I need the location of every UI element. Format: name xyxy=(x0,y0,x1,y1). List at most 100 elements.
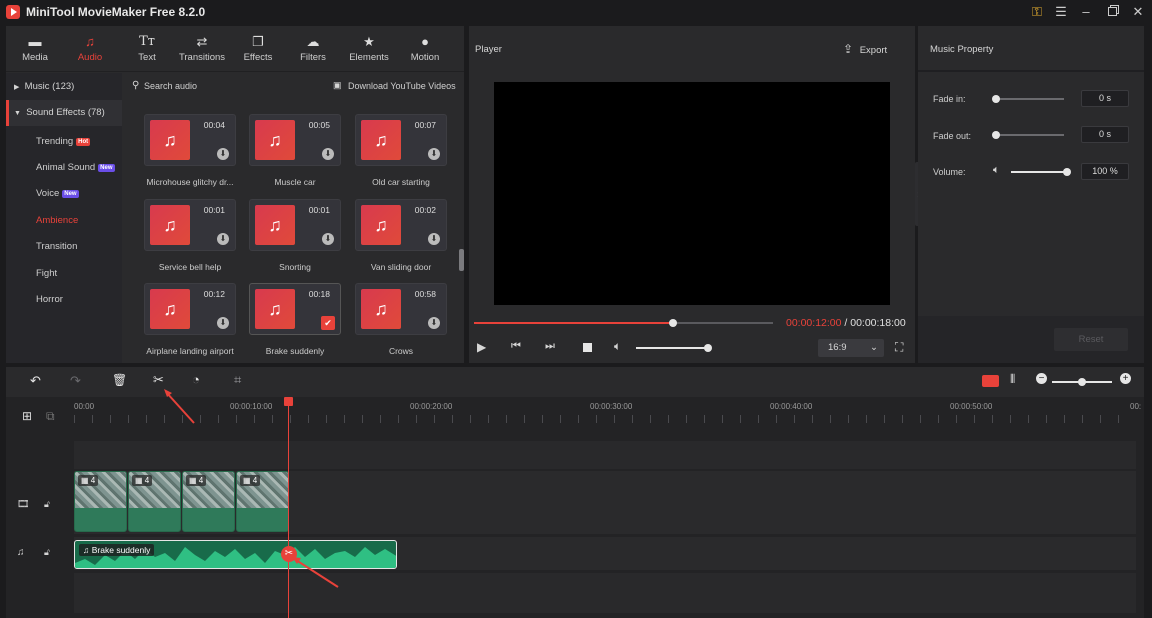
playhead-line[interactable] xyxy=(288,397,289,618)
maximize-button[interactable] xyxy=(1101,3,1123,21)
close-button[interactable]: ✕ xyxy=(1127,3,1149,21)
tab-elements[interactable]: ★ Elements xyxy=(341,32,397,68)
delete-icon[interactable]: 🗑︎ xyxy=(112,373,127,387)
player-panel: Player ⇪ Export 00:00:12:00 / 00:00:18:0… xyxy=(469,26,915,363)
volume-icon[interactable]: 🔈︎ xyxy=(614,339,621,354)
audio-card[interactable]: ♫ 00:58 ⬇ xyxy=(355,283,447,335)
export-label: Export xyxy=(859,45,888,56)
download-icon[interactable]: ⬇ xyxy=(428,148,440,160)
fade-in-slider[interactable] xyxy=(992,95,1064,103)
subcategory-horror[interactable]: Horror xyxy=(36,294,63,305)
tab-transitions[interactable]: ⇄ Transitions xyxy=(174,32,230,68)
audio-card[interactable]: ♫ 00:01 ⬇ xyxy=(144,199,236,251)
zoom-fit-icon[interactable]: ⦀ xyxy=(1010,372,1015,387)
speed-icon[interactable]: ◔ xyxy=(192,372,200,387)
fade-in-knob[interactable] xyxy=(992,95,1000,103)
aspect-ratio-select[interactable]: 16:9 ⌄ xyxy=(818,339,884,357)
subcategory-ambience[interactable]: Ambience xyxy=(36,215,78,226)
undo-icon[interactable]: ↶ xyxy=(30,373,41,389)
audio-duration: 00:05 xyxy=(308,120,330,130)
download-youtube-link[interactable]: Download YouTube Videos xyxy=(348,81,456,91)
player-volume-knob[interactable] xyxy=(704,344,712,352)
player-volume-track[interactable] xyxy=(636,344,712,352)
split-scissors-icon[interactable]: ✂ xyxy=(153,372,164,388)
fullscreen-icon[interactable]: ⛶ xyxy=(895,340,903,355)
tab-filters[interactable]: ☁ Filters xyxy=(285,32,341,68)
add-track-icon[interactable]: ⊞ xyxy=(22,409,32,423)
fade-out-slider[interactable] xyxy=(992,131,1064,139)
zoom-slider[interactable] xyxy=(1052,378,1112,386)
tab-effects[interactable]: ❐ Effects xyxy=(230,32,286,68)
video-clip[interactable]: ▦ 4 xyxy=(236,471,289,532)
download-icon[interactable]: ⬇ xyxy=(217,148,229,160)
tab-audio[interactable]: ♫ Audio xyxy=(62,32,118,68)
fade-out-label: Fade out: xyxy=(933,131,972,141)
audio-card[interactable]: ♫ 00:01 ⬇ xyxy=(249,199,341,251)
timeline-area: 00:00 00:00:10:00 00:00:20:00 00:00:30:0… xyxy=(6,397,1144,618)
key-icon[interactable]: ⚿ xyxy=(1026,3,1048,21)
audio-card[interactable]: ♫ 00:07 ⬇ xyxy=(355,114,447,166)
volume-knob[interactable] xyxy=(1063,168,1071,176)
search-icon: ⚲ xyxy=(132,80,140,91)
fade-in-value[interactable]: 0 s xyxy=(1081,90,1129,107)
audio-card[interactable]: ♫ 00:04 ⬇ xyxy=(144,114,236,166)
download-icon[interactable]: ⬇ xyxy=(322,233,334,245)
playhead-handle[interactable] xyxy=(284,397,293,406)
volume-slider[interactable] xyxy=(1011,168,1071,176)
copy-track-icon[interactable]: ⧉ xyxy=(46,409,55,424)
split-cursor-icon[interactable]: ✂ xyxy=(281,546,297,562)
play-button[interactable]: ▶ xyxy=(477,340,486,354)
audio-duration: 00:07 xyxy=(414,120,436,130)
redo-icon[interactable]: ↷ xyxy=(70,373,81,389)
time-ruler[interactable]: 00:00 00:00:10:00 00:00:20:00 00:00:30:0… xyxy=(74,397,1141,441)
video-preview xyxy=(494,82,890,305)
lock-icon[interactable]: 🔓︎ xyxy=(44,547,50,558)
download-icon[interactable]: ⬇ xyxy=(428,317,440,329)
download-icon[interactable]: ⬇ xyxy=(217,233,229,245)
category-music[interactable]: ▶ Music (123) xyxy=(6,74,122,100)
volume-value[interactable]: 100 % xyxy=(1081,163,1129,180)
next-frame-button[interactable]: ⏭ xyxy=(545,340,555,353)
zoom-in-icon[interactable]: + xyxy=(1120,373,1131,384)
minimize-button[interactable]: – xyxy=(1075,3,1097,21)
tab-motion[interactable]: ● Motion xyxy=(397,32,453,68)
subcategory-fight[interactable]: Fight xyxy=(36,268,57,279)
audio-card[interactable]: ♫ 00:02 ⬇ xyxy=(355,199,447,251)
snap-icon[interactable] xyxy=(982,375,999,387)
playback-progress-track[interactable] xyxy=(474,319,773,327)
fade-out-knob[interactable] xyxy=(992,131,1000,139)
audio-clip[interactable]: ♫ Brake suddenly xyxy=(74,540,397,569)
subcategory-transition[interactable]: Transition xyxy=(36,241,77,252)
zoom-knob[interactable] xyxy=(1078,378,1086,386)
export-button[interactable]: ⇪ Export xyxy=(843,42,887,56)
lock-icon[interactable]: 🔓︎ xyxy=(44,499,50,510)
reset-button[interactable]: Reset xyxy=(1054,328,1128,351)
download-icon[interactable]: ⬇ xyxy=(322,148,334,160)
tab-text[interactable]: Tт Text xyxy=(119,32,175,68)
video-clip[interactable]: ▦ 4 xyxy=(74,471,127,532)
audio-card-selected[interactable]: ♫ 00:18 ✔ xyxy=(249,283,341,335)
fade-out-value[interactable]: 0 s xyxy=(1081,126,1129,143)
video-clip[interactable]: ▦ 4 xyxy=(182,471,235,532)
stop-button[interactable] xyxy=(583,343,592,352)
previous-frame-button[interactable]: ⏮ xyxy=(511,340,521,353)
grid-scrollbar[interactable] xyxy=(459,249,464,271)
audio-card[interactable]: ♫ 00:12 ⬇ xyxy=(144,283,236,335)
download-icon[interactable]: ⬇ xyxy=(428,233,440,245)
subcategory-voice[interactable]: Voice New xyxy=(36,188,79,199)
volume-label: Volume: xyxy=(933,167,966,177)
download-icon[interactable]: ⬇ xyxy=(217,317,229,329)
menu-icon[interactable]: ☰ xyxy=(1050,3,1072,21)
subcategory-animal-sound[interactable]: Animal Sound New xyxy=(36,162,115,173)
zoom-out-icon[interactable]: − xyxy=(1036,373,1047,384)
category-sound-effects[interactable]: ▼ Sound Effects (78) xyxy=(6,100,122,126)
audio-card[interactable]: ♫ 00:05 ⬇ xyxy=(249,114,341,166)
audio-duration: 00:04 xyxy=(203,120,225,130)
search-input[interactable]: Search audio xyxy=(144,81,197,91)
speaker-icon: 🔈︎ xyxy=(993,164,1000,176)
crop-icon[interactable]: ⌗ xyxy=(234,372,241,388)
tab-media[interactable]: ▬ Media xyxy=(7,32,63,68)
video-clip[interactable]: ▦ 4 xyxy=(128,471,181,532)
subcategory-trending[interactable]: Trending Hot xyxy=(36,136,91,147)
playback-progress-knob[interactable] xyxy=(669,319,678,327)
